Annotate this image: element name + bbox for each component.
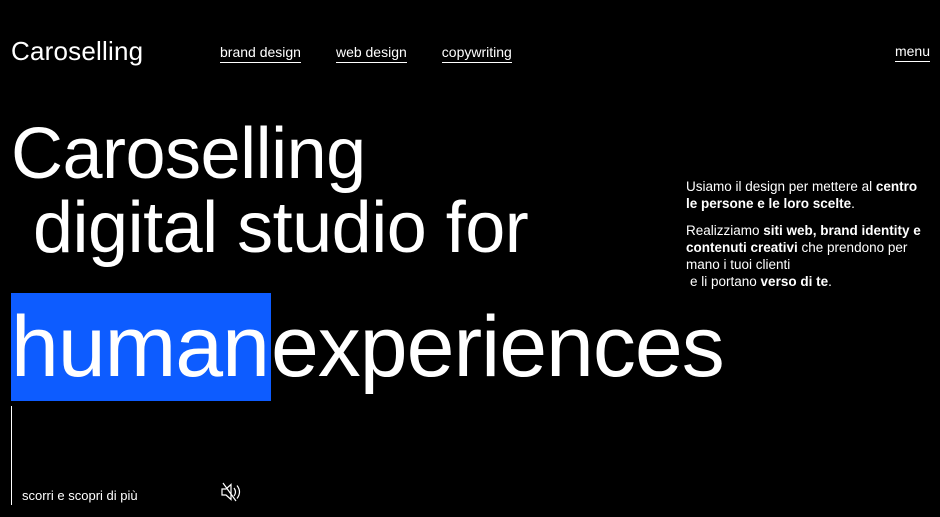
intro-text: Realizziamo	[686, 223, 764, 238]
hero-title-word: experiences	[270, 299, 725, 395]
hero-title-line-1: Caroselling	[11, 114, 366, 194]
intro-text: .	[828, 274, 832, 289]
nav-web-design[interactable]: web design	[335, 45, 407, 63]
nav-copywriting[interactable]: copywriting	[441, 45, 512, 63]
intro-text: .	[851, 196, 855, 211]
intro-text: e li portano	[690, 274, 761, 289]
hero-title-line-3: human experiences	[11, 293, 725, 401]
scroll-hint: scorri e scopri di più	[22, 488, 138, 503]
nav-brand-design[interactable]: brand design	[220, 45, 301, 63]
hero-title-line-2: digital studio for	[33, 188, 529, 268]
logo-link[interactable]: Caroselling	[11, 38, 143, 64]
hero-highlight-word: human	[11, 293, 271, 401]
scroll-indicator-line	[11, 406, 12, 505]
page: Caroselling brand design web design copy…	[0, 0, 940, 517]
sound-muted-icon[interactable]	[219, 481, 245, 503]
main-nav: brand design web design copywriting	[220, 45, 512, 63]
intro-bold-text: verso di te	[760, 274, 829, 289]
intro-paragraph-1: Usiamo il design per mettere al centro l…	[686, 178, 926, 212]
intro-text: Usiamo il design per mettere al	[686, 179, 876, 194]
intro-paragraph-2: Realizziamo siti web, brand identity e c…	[686, 222, 926, 290]
intro-description: Usiamo il design per mettere al centro l…	[686, 178, 926, 300]
menu-button[interactable]: menu	[894, 44, 930, 62]
